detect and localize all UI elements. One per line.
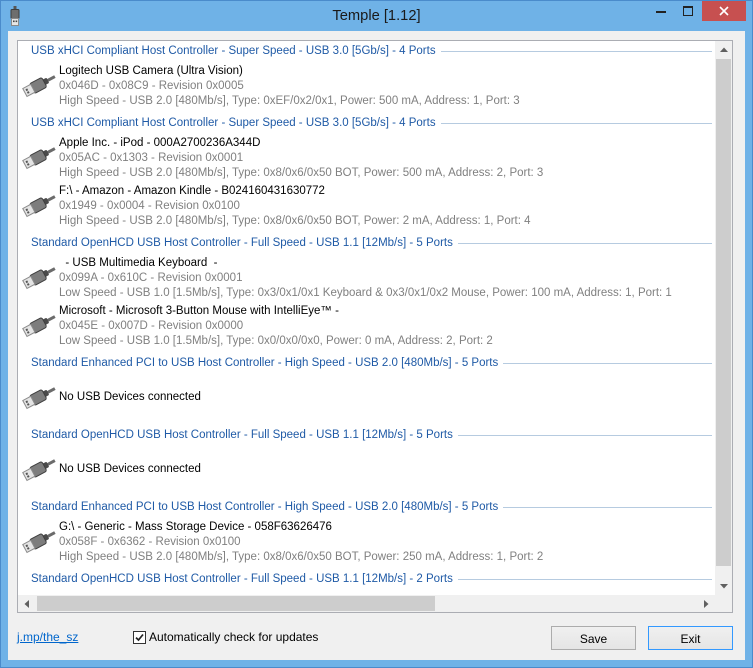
controller-name: Standard OpenHCD USB Host Controller - F… [31, 429, 453, 441]
device-list-content: USB xHCI Compliant Host Controller - Sup… [18, 41, 715, 589]
header-divider [457, 434, 712, 436]
scroll-down-button[interactable] [715, 578, 732, 595]
device-details: High Speed - USB 2.0 [480Mb/s], Type: 0x… [59, 551, 544, 563]
device-list-viewport: USB xHCI Compliant Host Controller - Sup… [18, 41, 715, 595]
arrow-right-icon [704, 599, 709, 608]
controller-name: Standard OpenHCD USB Host Controller - F… [31, 573, 453, 585]
device-name: - USB Multimedia Keyboard - [59, 257, 218, 269]
device-item[interactable]: Microsoft - Microsoft 3-Button Mouse wit… [18, 301, 715, 349]
device-name: G:\ - Generic - Mass Storage Device - 05… [59, 521, 332, 533]
controller-header: Standard Enhanced PCI to USB Host Contro… [18, 349, 715, 373]
maximize-icon [682, 6, 693, 16]
auto-update-option[interactable]: Automatically check for updates [133, 629, 318, 645]
device-details: High Speed - USB 2.0 [480Mb/s], Type: 0x… [59, 95, 520, 107]
save-button[interactable]: Save [551, 626, 636, 650]
device-details: High Speed - USB 2.0 [480Mb/s], Type: 0x… [59, 167, 544, 179]
device-item[interactable]: G:\ - Generic - Mass Storage Device - 05… [18, 517, 715, 565]
scroll-left-button[interactable] [18, 595, 35, 612]
device-name: Apple Inc. - iPod - 000A2700236A344D [59, 137, 261, 149]
minimize-icon [656, 11, 666, 13]
device-ids: 0x05AC - 0x1303 - Revision 0x0001 [59, 152, 244, 164]
device-ids: 0x045E - 0x007D - Revision 0x0000 [59, 320, 244, 332]
device-details: Low Speed - USB 1.0 [1.5Mb/s], Type: 0x0… [59, 335, 493, 347]
minimize-button[interactable] [648, 1, 674, 21]
controller-header: USB xHCI Compliant Host Controller - Sup… [18, 109, 715, 133]
maximize-button[interactable] [674, 1, 701, 21]
controller-header: Standard Enhanced PCI to USB Host Contro… [18, 493, 715, 517]
device-details: Low Speed - USB 1.0 [1.5Mb/s], Type: 0x3… [59, 287, 672, 299]
header-divider [440, 50, 712, 52]
auto-update-checkbox[interactable] [133, 630, 146, 644]
controller-name: Standard Enhanced PCI to USB Host Contro… [31, 357, 499, 369]
vertical-scroll-thumb[interactable] [716, 59, 731, 566]
device-ids: 0x1949 - 0x0004 - Revision 0x0100 [59, 200, 240, 212]
device-name: F:\ - Amazon - Amazon Kindle - B02416043… [59, 185, 325, 197]
device-item[interactable]: Apple Inc. - iPod - 000A2700236A344D 0x05… [18, 133, 715, 181]
no-devices-label: No USB Devices connected [59, 391, 201, 403]
controller-header: Standard OpenHCD USB Host Controller - F… [18, 421, 715, 445]
close-icon [719, 6, 729, 16]
usb-plug-icon [22, 384, 56, 410]
app-window: Temple [1.12] USB xHCI Compliant Host Co… [0, 0, 753, 668]
horizontal-scroll-thumb[interactable] [37, 596, 435, 611]
device-ids: 0x046D - 0x08C9 - Revision 0x0005 [59, 80, 244, 92]
device-item[interactable]: F:\ - Amazon - Amazon Kindle - B02416043… [18, 181, 715, 229]
no-devices-item: No USB Devices connected [18, 373, 715, 421]
header-divider [503, 506, 712, 508]
header-divider [457, 242, 712, 244]
usb-plug-icon [22, 312, 56, 338]
auto-update-label: Automatically check for updates [149, 630, 319, 644]
controller-header: Standard OpenHCD USB Host Controller - F… [18, 565, 715, 589]
arrow-left-icon [24, 599, 29, 608]
vertical-scrollbar[interactable] [715, 41, 732, 595]
controller-name: Standard Enhanced PCI to USB Host Contro… [31, 501, 499, 513]
device-item[interactable]: Logitech USB Camera (Ultra Vision) 0x046D… [18, 61, 715, 109]
window-title: Temple [1.12] [332, 8, 421, 24]
arrow-down-icon [719, 584, 728, 589]
controller-header: Standard OpenHCD USB Host Controller - F… [18, 229, 715, 253]
usb-plug-icon [22, 528, 56, 554]
controller-header: USB xHCI Compliant Host Controller - Sup… [18, 41, 715, 61]
horizontal-scrollbar[interactable] [18, 595, 715, 612]
device-details: High Speed - USB 2.0 [480Mb/s], Type: 0x… [59, 215, 531, 227]
usb-plug-icon [22, 72, 56, 98]
header-divider [457, 578, 712, 580]
arrow-up-icon [719, 47, 728, 52]
device-item[interactable]: - USB Multimedia Keyboard - 0x099A - 0x61… [18, 253, 715, 301]
controller-name: Standard OpenHCD USB Host Controller - F… [31, 237, 453, 249]
controller-name: USB xHCI Compliant Host Controller - Sup… [31, 45, 436, 57]
no-devices-label: No USB Devices connected [59, 463, 201, 475]
usb-plug-icon [22, 264, 56, 290]
device-ids: 0x058F - 0x6362 - Revision 0x0100 [59, 536, 241, 548]
scrollbar-corner [715, 595, 732, 612]
device-name: Microsoft - Microsoft 3-Button Mouse wit… [59, 305, 339, 317]
close-button[interactable] [702, 1, 746, 21]
controller-name: USB xHCI Compliant Host Controller - Sup… [31, 117, 436, 129]
header-divider [503, 362, 712, 364]
header-divider [440, 122, 712, 124]
usb-plug-icon [22, 192, 56, 218]
exit-button[interactable]: Exit [648, 626, 733, 650]
device-name: Logitech USB Camera (Ultra Vision) [59, 65, 243, 77]
scroll-up-button[interactable] [715, 41, 732, 58]
usb-plug-icon [22, 456, 56, 482]
scroll-right-button[interactable] [698, 595, 715, 612]
website-link[interactable]: j.mp/the_sz [17, 629, 78, 645]
usb-device-list[interactable]: USB xHCI Compliant Host Controller - Sup… [17, 40, 733, 613]
checkmark-icon [135, 633, 144, 641]
client-area: USB xHCI Compliant Host Controller - Sup… [8, 31, 745, 660]
device-ids: 0x099A - 0x610C - Revision 0x0001 [59, 272, 243, 284]
usb-plug-icon [22, 144, 56, 170]
no-devices-item: No USB Devices connected [18, 445, 715, 493]
